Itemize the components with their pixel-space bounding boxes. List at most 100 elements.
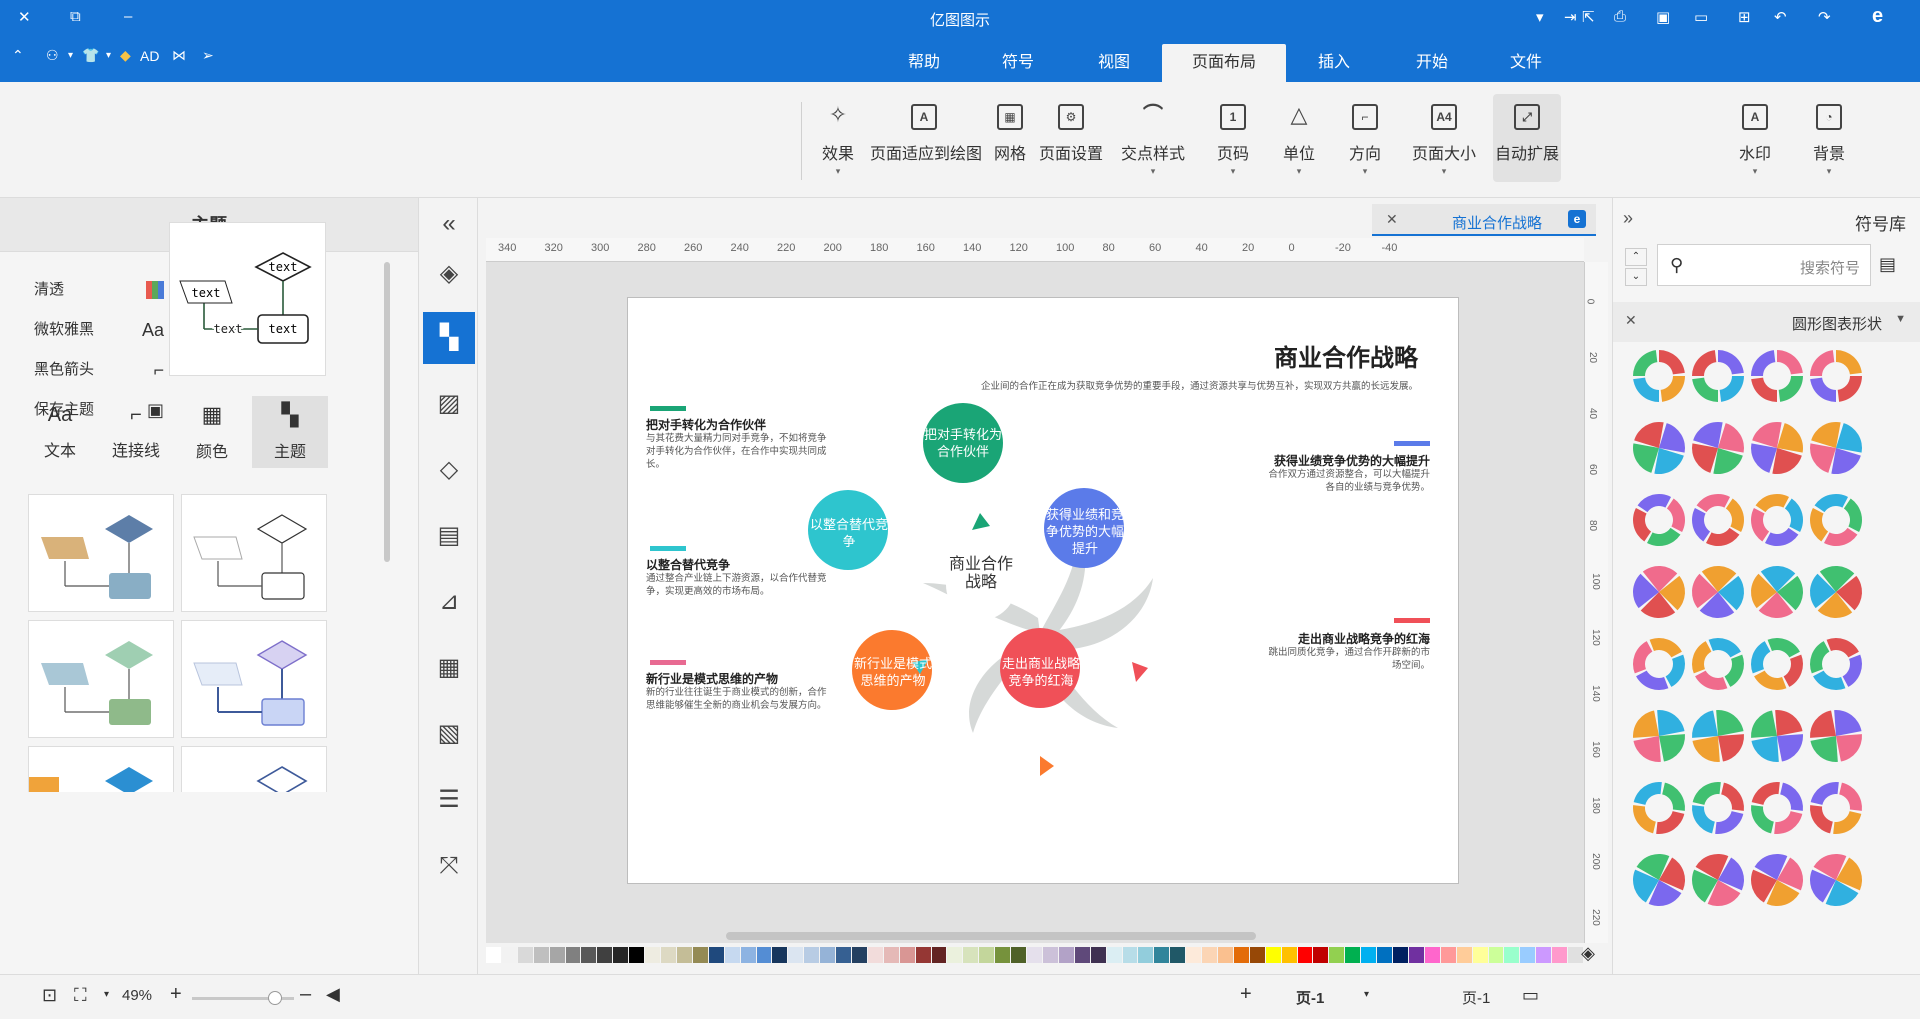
print-icon[interactable]: ⎙ (1614, 8, 1626, 25)
color-swatch[interactable] (867, 947, 883, 963)
restore-icon[interactable]: ⧉ (70, 8, 81, 25)
page-selector[interactable]: 页-1 (1462, 987, 1490, 1008)
share-icon[interactable]: ⋈ (172, 47, 186, 64)
color-swatch[interactable] (1218, 947, 1233, 963)
tab-view[interactable]: 视图 (1078, 44, 1150, 82)
color-swatch[interactable] (1408, 947, 1424, 963)
color-swatch[interactable] (661, 947, 676, 963)
theme-card[interactable] (28, 494, 174, 612)
symbol-search-input[interactable]: ⚲ 搜索符号 (1657, 244, 1871, 286)
fit-page-icon[interactable]: ⊡ (42, 985, 57, 1006)
color-swatch[interactable] (963, 947, 979, 963)
color-swatch[interactable] (1042, 947, 1058, 963)
color-swatch[interactable] (1361, 947, 1377, 963)
auto-extend-button[interactable]: ⤢ 自动扩展 (1493, 94, 1561, 182)
data-icon[interactable]: ▧ (423, 708, 475, 760)
tab-color[interactable]: ▦ 颜色 (174, 396, 250, 468)
color-swatch[interactable] (995, 947, 1011, 963)
color-swatch[interactable] (1027, 947, 1042, 963)
canvas[interactable]: 商业合作战略 企业间的合作正在成为获取竞争优势的重要手段，通过资源共享与优势互补… (486, 262, 1584, 943)
chevron-down-icon[interactable]: ▾ (1364, 989, 1369, 1000)
color-swatch[interactable] (1058, 947, 1074, 963)
close-category-icon[interactable]: ✕ (1625, 312, 1637, 329)
tab-theme[interactable]: ▚ 主题 (252, 396, 328, 468)
undo-icon[interactable]: ↶ (1774, 8, 1787, 26)
color-swatch[interactable] (597, 947, 613, 963)
color-swatch[interactable] (979, 947, 995, 963)
zoom-out-icon[interactable]: – (300, 983, 311, 1006)
new-file-icon[interactable]: ⊞ (1738, 8, 1751, 26)
color-swatch[interactable] (947, 947, 963, 963)
diamond-icon[interactable]: ◆ (120, 47, 131, 64)
color-swatch[interactable] (581, 947, 597, 963)
tab-symbols[interactable]: 符号 (982, 44, 1054, 82)
color-swatch[interactable] (1377, 947, 1393, 963)
close-tab-icon[interactable]: ✕ (1386, 211, 1398, 228)
open-external-icon[interactable]: ⇱ (1582, 8, 1595, 26)
color-swatch[interactable] (1552, 947, 1568, 963)
color-swatch[interactable] (517, 947, 533, 963)
scroll-up-icon[interactable]: ⌃ (1625, 248, 1647, 266)
color-swatch[interactable] (501, 947, 517, 963)
zoom-level[interactable]: 49% (122, 987, 152, 1004)
page-number-button[interactable]: 1 页码 ▾ (1208, 94, 1258, 182)
color-swatch[interactable] (1233, 947, 1249, 963)
library-manage-icon[interactable]: ▤ (1879, 254, 1896, 275)
tab-page-layout[interactable]: 页面布局 (1162, 44, 1286, 82)
tab-file[interactable]: 文件 (1490, 44, 1562, 82)
color-swatch[interactable] (613, 947, 629, 963)
tab-help[interactable]: 帮助 (888, 44, 960, 82)
background-button[interactable]: ◔ 背景 ▾ (1797, 94, 1861, 182)
color-swatch[interactable] (1249, 947, 1265, 963)
color-swatch[interactable] (1074, 947, 1090, 963)
orientation-button[interactable]: ⌐ 方向 ▾ (1340, 94, 1390, 182)
tab-connector[interactable]: ⌐ 连接线 (98, 396, 174, 468)
open-folder-icon[interactable]: ▭ (1694, 8, 1708, 26)
theme-option-font[interactable]: 微软雅黑 Aa (34, 310, 164, 350)
theme-card[interactable] (28, 746, 174, 792)
theme-option-arrow[interactable]: 黑色箭头 ⌐ (34, 350, 164, 390)
color-swatch[interactable] (804, 947, 820, 963)
drawing-page[interactable]: 商业合作战略 企业间的合作正在成为获取竞争优势的重要手段，通过资源共享与优势互补… (627, 297, 1459, 884)
color-swatch[interactable] (931, 947, 947, 963)
horizontal-scrollbar[interactable] (726, 932, 1256, 940)
color-swatch[interactable] (549, 947, 565, 963)
theme-option-clear[interactable]: 清透 (34, 270, 164, 310)
chevron-down-icon[interactable]: ▾ (106, 50, 111, 61)
color-swatch[interactable] (1202, 947, 1217, 963)
color-swatch[interactable] (676, 947, 692, 963)
theme-card[interactable] (28, 620, 174, 738)
expand-panel-icon[interactable]: » (1623, 208, 1633, 229)
zoom-slider-handle[interactable] (268, 991, 282, 1005)
grid-button[interactable]: ▦ 网格 (985, 94, 1035, 182)
color-swatch[interactable] (883, 947, 899, 963)
color-swatch[interactable] (1011, 947, 1027, 963)
redo-icon[interactable]: ↷ (1818, 8, 1831, 26)
color-swatch[interactable] (1393, 947, 1408, 963)
page-setup-button[interactable]: ⚙ 页面设置 (1038, 94, 1104, 182)
color-swatch[interactable] (692, 947, 708, 963)
collapse-ribbon-icon[interactable]: ⌃ (12, 47, 24, 64)
fit-icon[interactable]: ⤧ (423, 840, 475, 892)
color-swatch[interactable] (1106, 947, 1122, 963)
fill-icon[interactable]: ◈ (423, 248, 475, 300)
layout-icon[interactable]: ⚇ (46, 47, 59, 64)
save-icon[interactable]: ▣ (1656, 8, 1670, 26)
color-swatch[interactable] (629, 947, 645, 963)
effect-button[interactable]: ✧ 效果 ▾ (808, 94, 868, 182)
close-icon[interactable]: ✕ (18, 8, 31, 26)
tab-home[interactable]: 开始 (1396, 44, 1468, 82)
color-swatch[interactable] (1186, 947, 1202, 963)
minimize-icon[interactable]: – (124, 8, 132, 25)
page-list-icon[interactable]: ▭ (1522, 985, 1539, 1006)
page-tab[interactable]: 页-1 (1282, 987, 1338, 1008)
color-swatch[interactable] (1170, 947, 1186, 963)
symbol-grid[interactable] (1613, 348, 1913, 978)
ad-label[interactable]: AD (140, 48, 159, 64)
color-swatch[interactable] (1154, 947, 1170, 963)
chart-icon[interactable]: ⊿ (423, 576, 475, 628)
chevron-down-icon[interactable]: ▾ (68, 50, 73, 61)
color-swatch[interactable] (1329, 947, 1345, 963)
color-swatch[interactable] (1424, 947, 1440, 963)
theme-card[interactable] (181, 620, 327, 738)
